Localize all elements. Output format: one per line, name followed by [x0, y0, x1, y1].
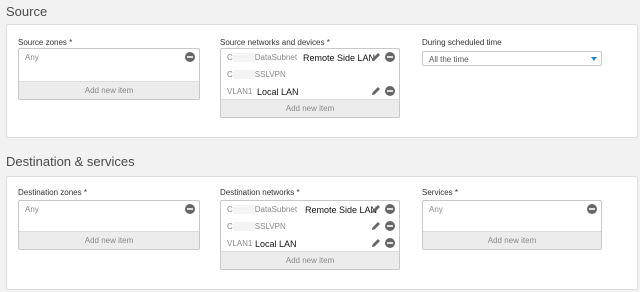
- edit-icon[interactable]: [371, 86, 381, 96]
- list-item: C DataSubnet Remote Side LAN: [221, 49, 399, 66]
- list-item: VLAN1 Local LAN: [221, 83, 399, 100]
- add-new-item-button[interactable]: Add new item: [19, 81, 199, 99]
- remove-icon[interactable]: [185, 204, 195, 214]
- remove-icon[interactable]: [385, 221, 395, 231]
- list-item: Any: [423, 201, 601, 218]
- source-section-title: Source: [6, 4, 48, 19]
- list-item: C DataSubnet Remote Side LAN: [221, 201, 399, 218]
- remove-icon[interactable]: [385, 52, 395, 62]
- services-list: Any Add new item: [422, 200, 602, 250]
- list-item: Any: [19, 201, 199, 218]
- services-label: Services *: [422, 188, 459, 197]
- schedule-select[interactable]: All the time: [422, 51, 602, 66]
- schedule-label: During scheduled time: [422, 38, 502, 47]
- chevron-down-icon: [591, 57, 597, 61]
- remove-icon[interactable]: [185, 52, 195, 62]
- destination-section-title: Destination & services: [6, 154, 135, 169]
- destination-zones-label: Destination zones *: [18, 188, 87, 197]
- remove-icon[interactable]: [385, 86, 395, 96]
- source-zones-label: Source zones *: [18, 38, 73, 47]
- remove-icon[interactable]: [385, 238, 395, 248]
- add-new-item-button[interactable]: Add new item: [19, 231, 199, 249]
- edit-icon[interactable]: [371, 52, 381, 62]
- destination-networks-label: Destination networks *: [220, 188, 300, 197]
- edit-icon[interactable]: [371, 238, 381, 248]
- edit-icon[interactable]: [371, 204, 381, 214]
- list-item: C SSLVPN: [227, 70, 286, 80]
- source-networks-list: C DataSubnet Remote Side LAN C SSLVPN VLAN…: [220, 48, 400, 118]
- add-new-item-button[interactable]: Add new item: [221, 99, 399, 117]
- destination-networks-list: C DataSubnet Remote Side LAN C SSLVPN VLAN…: [220, 200, 400, 270]
- remove-icon[interactable]: [587, 204, 597, 214]
- add-new-item-button[interactable]: Add new item: [423, 231, 601, 249]
- list-item: VLAN1 Local LAN: [221, 235, 399, 252]
- remove-icon[interactable]: [385, 204, 395, 214]
- source-networks-label: Source networks and devices *: [220, 38, 330, 47]
- list-item: Any: [19, 49, 199, 66]
- destination-zones-list: Any Add new item: [18, 200, 200, 250]
- source-zones-list: Any Add new item: [18, 48, 200, 100]
- list-item: C SSLVPN: [221, 218, 399, 235]
- add-new-item-button[interactable]: Add new item: [221, 251, 399, 269]
- edit-icon[interactable]: [371, 221, 381, 231]
